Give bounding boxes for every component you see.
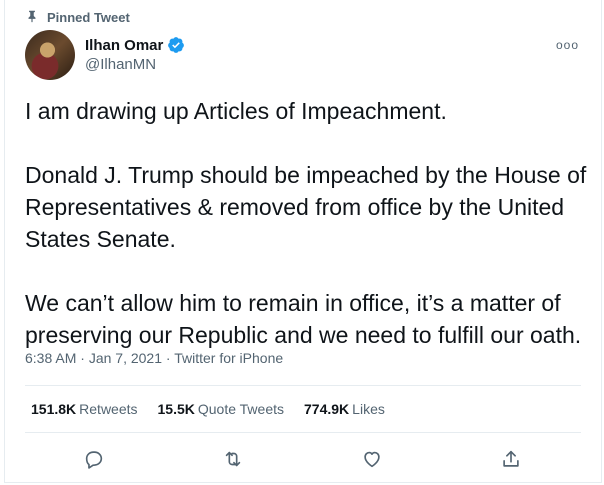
pinned-label: Pinned Tweet	[47, 9, 130, 25]
tweet-paragraph: I am drawing up Articles of Impeachment.	[25, 98, 447, 124]
tweet-paragraph: We can’t allow him to remain in office, …	[25, 290, 582, 348]
divider	[25, 385, 581, 386]
likes-stat[interactable]: 774.9K Likes	[304, 401, 385, 417]
pin-icon	[25, 9, 39, 26]
like-icon[interactable]	[361, 448, 385, 472]
tweet-source[interactable]: Twitter for iPhone	[174, 350, 283, 366]
quote-tweets-count: 15.5K	[157, 401, 195, 417]
tweet-time[interactable]: 6:38 AM	[25, 350, 76, 366]
more-options-icon[interactable]: ooo	[556, 38, 579, 52]
author-name-row: Ilhan Omar	[85, 36, 185, 54]
quote-tweets-stat[interactable]: 15.5K Quote Tweets	[158, 401, 285, 417]
tweet-card: Pinned Tweet Ilhan Omar @IlhanMN ooo I a…	[4, 0, 602, 483]
tweet-text: I am drawing up Articles of Impeachment.…	[25, 95, 593, 383]
likes-count: 774.9K	[304, 401, 350, 417]
retweet-icon[interactable]	[222, 448, 246, 472]
tweet-meta: 6:38 AM · Jan 7, 2021 · Twitter for iPho…	[25, 350, 283, 366]
quote-tweets-label: Quote Tweets	[197, 401, 285, 417]
retweets-count: 151.8K	[31, 401, 77, 417]
pinned-indicator: Pinned Tweet	[25, 8, 130, 26]
tweet-stats: 151.8K Retweets 15.5K Quote Tweets 774.9K L…	[31, 401, 385, 417]
share-icon[interactable]	[500, 448, 524, 472]
tweet-actions	[25, 443, 581, 477]
retweets-label: Retweets	[79, 401, 138, 417]
retweets-stat[interactable]: 151.8K Retweets	[31, 401, 138, 417]
verified-badge-icon	[167, 36, 185, 54]
reply-icon[interactable]	[83, 448, 107, 472]
likes-label: Likes	[352, 401, 385, 417]
tweet-paragraph: Donald J. Trump should be impeached by t…	[25, 162, 587, 252]
author-handle[interactable]: @IlhanMN	[85, 56, 156, 73]
meta-separator: ·	[162, 350, 175, 366]
author-display-name[interactable]: Ilhan Omar	[85, 37, 163, 54]
divider	[25, 432, 581, 433]
tweet-date[interactable]: Jan 7, 2021	[89, 350, 162, 366]
meta-separator: ·	[76, 350, 89, 366]
avatar[interactable]	[25, 30, 75, 80]
